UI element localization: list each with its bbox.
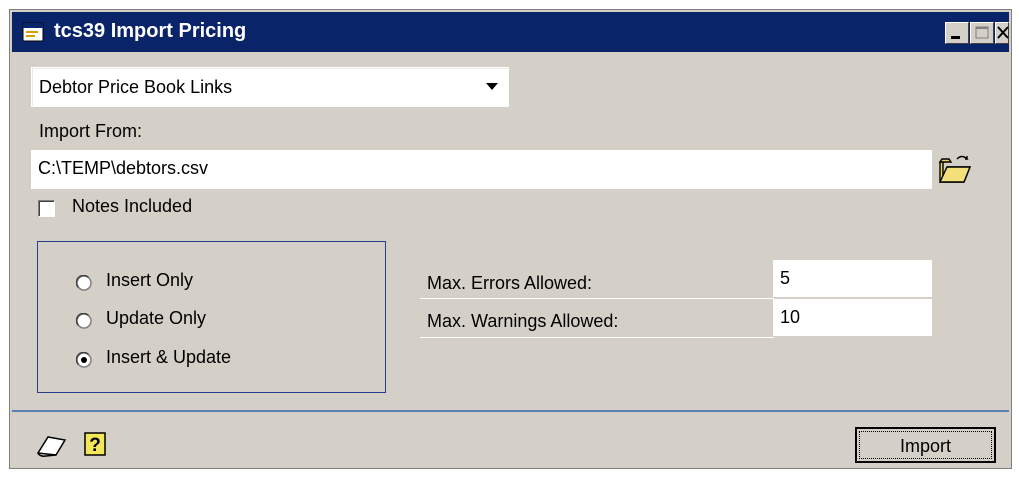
radio-insert-and-update[interactable] (76, 352, 92, 368)
close-icon (997, 26, 1009, 39)
title-bar[interactable]: tcs39 Import Pricing (12, 12, 1009, 52)
note-icon[interactable] (34, 433, 68, 459)
max-errors-label: Max. Errors Allowed: (427, 273, 593, 293)
notes-included-label: Notes Included (72, 196, 193, 216)
svg-text:?: ? (89, 435, 101, 456)
minimize-icon (951, 36, 960, 39)
row-separator (420, 298, 774, 299)
max-errors-field[interactable]: 5 (773, 260, 932, 297)
import-type-value: Debtor Price Book Links (39, 77, 233, 97)
max-warnings-field[interactable]: 10 (773, 299, 932, 336)
insert-only-label: Insert Only (106, 270, 194, 290)
combo-dropdown-arrow-icon[interactable] (486, 83, 498, 90)
footer-divider (12, 410, 1009, 412)
import-type-dropdown[interactable]: Debtor Price Book Links (31, 67, 509, 107)
import-mode-group: Insert Only Update Only Insert & Update (37, 241, 386, 393)
insert-and-update-label: Insert & Update (106, 347, 232, 367)
max-errors-value: 5 (780, 268, 791, 288)
import-button-label: Import (859, 431, 992, 459)
import-button[interactable]: Import (855, 427, 996, 463)
max-warnings-value: 10 (780, 307, 801, 327)
import-path-value: C:\TEMP\debtors.csv (38, 158, 209, 178)
notes-included-checkbox[interactable] (38, 200, 55, 217)
import-path-field[interactable]: C:\TEMP\debtors.csv (31, 150, 932, 189)
open-folder-icon[interactable] (937, 153, 973, 185)
window-body: Debtor Price Book Links Import From: C:\… (12, 54, 1009, 466)
radio-update-only[interactable] (76, 313, 92, 329)
maximize-button[interactable] (970, 22, 994, 44)
radio-insert-only[interactable] (76, 275, 92, 291)
row-separator (420, 337, 774, 338)
minimize-button[interactable] (945, 22, 969, 44)
app-window-icon (22, 21, 44, 43)
help-icon[interactable]: ? (82, 430, 108, 458)
max-warnings-label: Max. Warnings Allowed: (427, 311, 619, 331)
import-pricing-window: tcs39 Import Pricing Debtor Price Book L… (9, 9, 1012, 469)
update-only-label: Update Only (106, 308, 207, 328)
maximize-icon (975, 26, 989, 39)
import-from-label: Import From: (39, 121, 143, 141)
close-button[interactable] (995, 22, 1009, 44)
window-title: tcs39 Import Pricing (54, 20, 247, 42)
